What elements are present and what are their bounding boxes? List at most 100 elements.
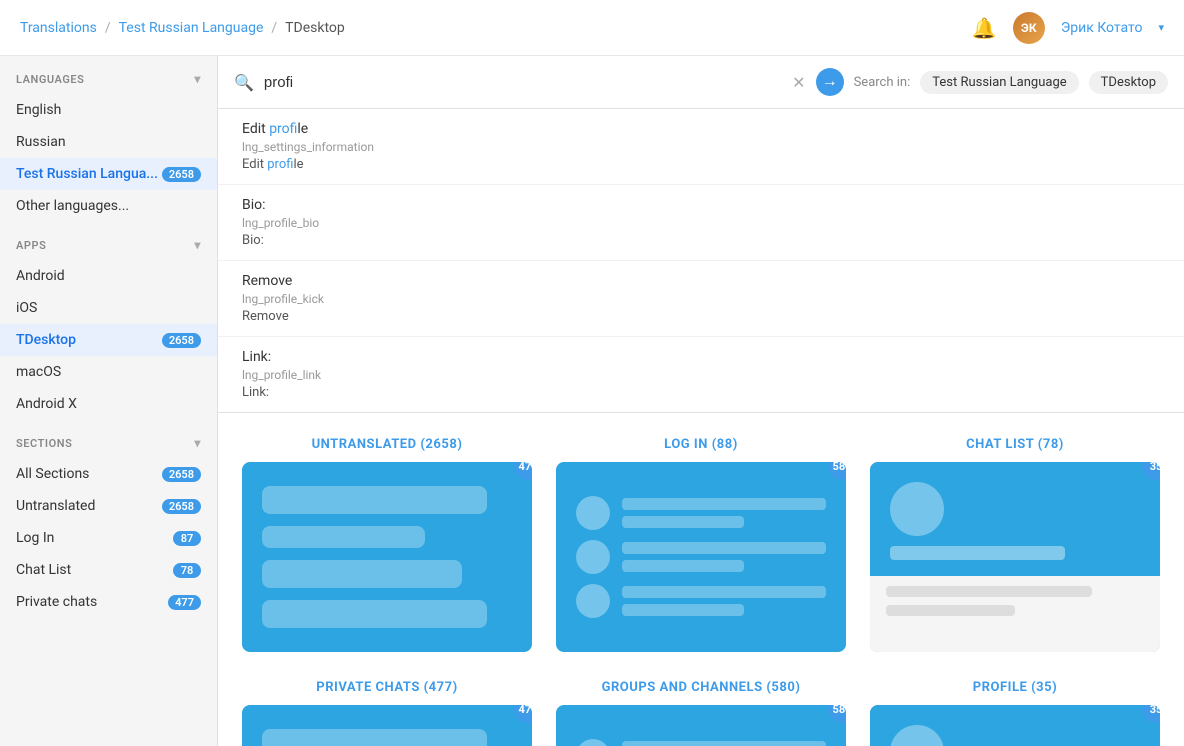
groups-row: [576, 540, 826, 574]
search-input[interactable]: [264, 74, 782, 91]
result-title: Edit profile: [242, 121, 1160, 137]
groups-line: [622, 516, 744, 528]
section-card-groups[interactable]: GROUPS AND CHANNELS (580): [556, 680, 846, 746]
section-card-private-chats[interactable]: PRIVATE CHATS (477) 477: [242, 680, 532, 746]
sidebar-badge-private-chats: 477: [168, 595, 201, 610]
search-in-label: Search in:: [854, 75, 911, 90]
profile-body-vis: [870, 576, 1160, 652]
groups-line: [622, 604, 744, 616]
profile-illustration: [870, 462, 1160, 652]
groups-avatar: [576, 739, 610, 746]
groups-avatar: [576, 496, 610, 530]
card-visual-wrapper: 580: [556, 462, 846, 652]
sidebar-item-ios[interactable]: iOS: [0, 292, 217, 324]
groups-line: [622, 741, 826, 746]
sections-section-header[interactable]: SECTIONS ▾: [0, 420, 217, 458]
sidebar-item-chat-list[interactable]: Chat List 78: [0, 554, 217, 586]
result-title: Remove: [242, 273, 1160, 289]
chevron-down-icon: ▾: [1158, 21, 1164, 34]
sidebar-item-english[interactable]: English: [0, 94, 217, 126]
bell-icon[interactable]: 🔔: [972, 16, 997, 40]
search-result-link[interactable]: Link: lng_profile_link Link:: [218, 337, 1184, 412]
breadcrumb-test-russian[interactable]: Test Russian Language: [119, 20, 264, 36]
sidebar-item-macos[interactable]: macOS: [0, 356, 217, 388]
groups-lines: [622, 542, 826, 572]
groups-lines: [622, 498, 826, 528]
user-name[interactable]: Эрик Котато: [1061, 20, 1143, 36]
sidebar-item-label: iOS: [16, 300, 37, 316]
profile-name-line: [890, 546, 1065, 560]
section-card-chat-list[interactable]: CHAT LIST (78): [870, 437, 1160, 656]
search-result-remove[interactable]: Remove lng_profile_kick Remove: [218, 261, 1184, 337]
groups-lines: [622, 741, 826, 746]
search-bar-wrapper: 🔍 ✕ → Search in: Test Russian Language T…: [218, 56, 1184, 413]
groups-line: [622, 542, 826, 554]
breadcrumb-sep-1: /: [105, 20, 111, 36]
breadcrumb-sep-2: /: [271, 20, 277, 36]
sidebar-item-log-in[interactable]: Log In 87: [0, 522, 217, 554]
section-card-untranslated[interactable]: UNTRANSLATED (2658) 477: [242, 437, 532, 656]
sidebar-badge-chat-list: 78: [173, 563, 201, 578]
apps-section-header[interactable]: APPS ▾: [0, 222, 217, 260]
sidebar-item-label: All Sections: [16, 466, 89, 482]
result-value: Edit profile: [242, 157, 1160, 172]
profile-avatar-big: [890, 482, 944, 536]
sections-label: SECTIONS: [16, 437, 72, 450]
section-card-profile[interactable]: PROFILE (35): [870, 680, 1160, 746]
result-value: Bio:: [242, 233, 1160, 248]
sidebar-item-test-russian[interactable]: Test Russian Langua... 2658: [0, 158, 217, 190]
sidebar-item-russian[interactable]: Russian: [0, 126, 217, 158]
section-card-title: UNTRANSLATED (2658): [242, 437, 532, 452]
sidebar-badge-test-russian: 2658: [162, 167, 201, 182]
search-result-edit-profile[interactable]: Edit profile lng_settings_information Ed…: [218, 109, 1184, 185]
sidebar-item-private-chats[interactable]: Private chats 477: [0, 586, 217, 618]
chat-bubble: [262, 526, 425, 548]
card-visual: 580: [556, 462, 846, 652]
languages-label: LANGUAGES: [16, 73, 84, 86]
groups-row: [576, 496, 826, 530]
search-chip-test-russian[interactable]: Test Russian Language: [920, 71, 1078, 94]
sidebar-item-other-languages[interactable]: Other languages...: [0, 190, 217, 222]
sidebar-item-label: English: [16, 102, 61, 118]
groups-line: [622, 586, 826, 598]
groups-row: [576, 739, 826, 746]
card-visual-wrapper: 35: [870, 462, 1160, 652]
search-bar: 🔍 ✕ → Search in: Test Russian Language T…: [218, 56, 1184, 109]
sidebar: LANGUAGES ▾ English Russian Test Russian…: [0, 56, 218, 746]
section-card-login[interactable]: LOG IN (88): [556, 437, 846, 656]
sidebar-item-android-x[interactable]: Android X: [0, 388, 217, 420]
result-value: Link:: [242, 385, 1160, 400]
sidebar-item-tdesktop[interactable]: TDesktop 2658: [0, 324, 217, 356]
groups-lines: [622, 586, 826, 616]
top-nav-right: 🔔 ЭК Эрик Котато ▾: [972, 12, 1164, 44]
main-layout: LANGUAGES ▾ English Russian Test Russian…: [0, 56, 1184, 746]
result-title: Bio:: [242, 197, 1160, 213]
languages-chevron-icon: ▾: [194, 72, 201, 86]
card-visual: 35: [870, 705, 1160, 746]
languages-section-header[interactable]: LANGUAGES ▾: [0, 56, 217, 94]
sections-chevron-icon: ▾: [194, 436, 201, 450]
search-chip-tdesktop[interactable]: TDesktop: [1089, 71, 1168, 94]
clear-search-icon[interactable]: ✕: [792, 73, 805, 92]
sidebar-item-label: Private chats: [16, 594, 97, 610]
sidebar-item-label: Test Russian Langua...: [16, 166, 158, 182]
sidebar-badge-all-sections: 2658: [162, 467, 201, 482]
search-go-button[interactable]: →: [816, 68, 844, 96]
content-area: 🔍 ✕ → Search in: Test Russian Language T…: [218, 56, 1184, 746]
card-visual: 580: [556, 705, 846, 746]
sections-grid: UNTRANSLATED (2658) 477: [242, 437, 1160, 746]
groups-illustration: [556, 705, 846, 746]
sidebar-item-all-sections[interactable]: All Sections 2658: [0, 458, 217, 490]
chat-illustration: [242, 705, 532, 746]
groups-illustration: [556, 462, 846, 652]
sidebar-item-android[interactable]: Android: [0, 260, 217, 292]
profile-header-vis: [870, 462, 1160, 576]
section-card-title: CHAT LIST (78): [870, 437, 1160, 452]
sidebar-item-label: Other languages...: [16, 198, 129, 214]
search-result-bio[interactable]: Bio: lng_profile_bio Bio:: [218, 185, 1184, 261]
sidebar-item-untranslated[interactable]: Untranslated 2658: [0, 490, 217, 522]
profile-illustration: [870, 705, 1160, 746]
chat-bubble: [262, 729, 487, 746]
breadcrumb-translations[interactable]: Translations: [20, 20, 97, 36]
apps-label: APPS: [16, 239, 46, 252]
